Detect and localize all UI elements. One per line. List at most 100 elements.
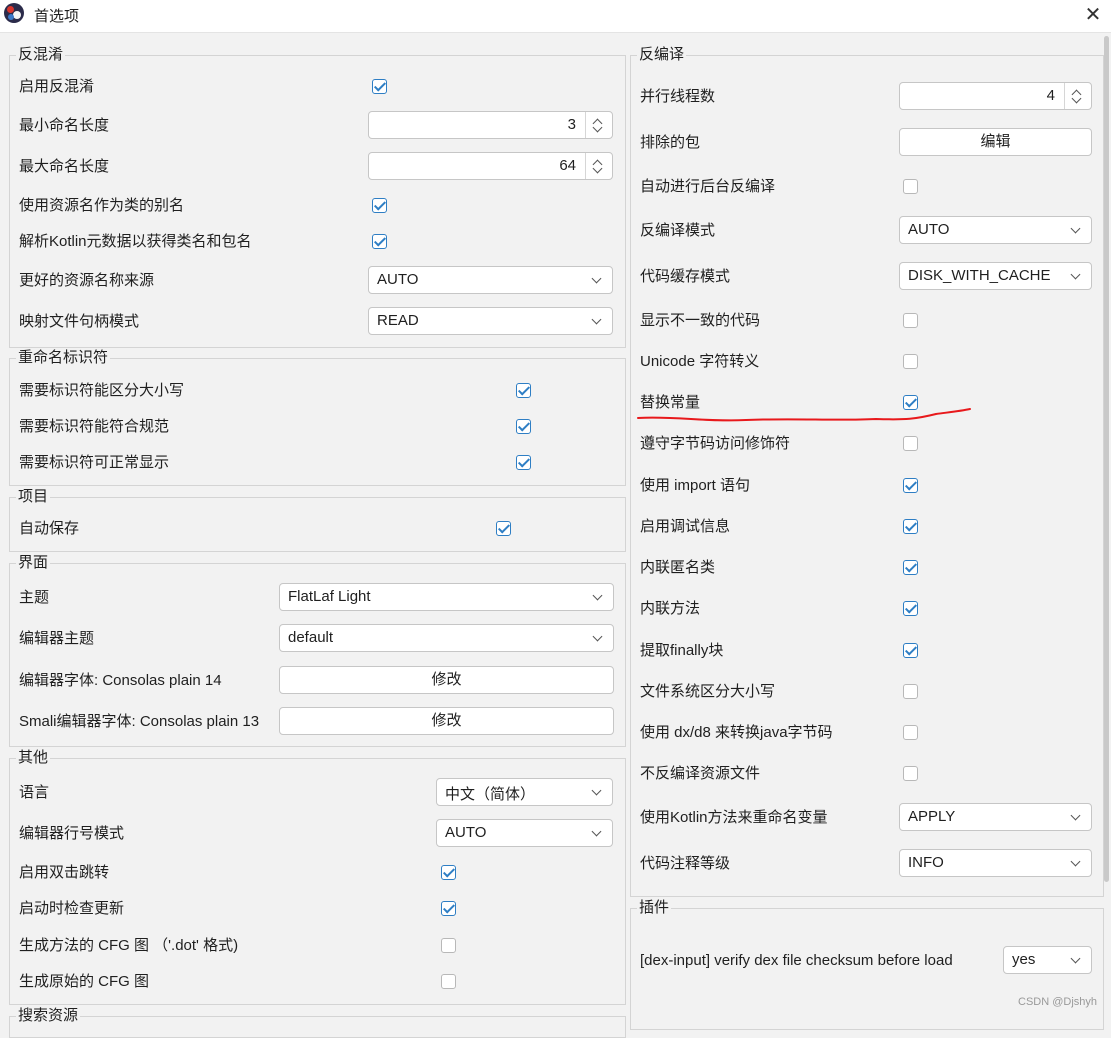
inline-methods-label: 内联方法 bbox=[640, 600, 701, 617]
min-name-length-spinner[interactable]: 3 bbox=[368, 111, 613, 139]
autosave-checkbox[interactable] bbox=[496, 521, 511, 536]
check-update-label: 启动时检查更新 bbox=[19, 900, 125, 917]
smali-font-label: Smali编辑器字体: Consolas plain 13 bbox=[19, 713, 260, 730]
fs-case-sensitive-label: 文件系统区分大小写 bbox=[640, 683, 776, 700]
rename-title: 重命名标识符 bbox=[16, 349, 111, 367]
kotlin-rename-label: 使用Kotlin方法来重命名变量 bbox=[640, 809, 828, 826]
chevron-down-icon bbox=[591, 273, 602, 284]
inline-anon-checkbox[interactable] bbox=[903, 560, 918, 575]
use-dx-checkbox[interactable] bbox=[903, 725, 918, 740]
better-res-name-select[interactable]: AUTO bbox=[368, 266, 613, 294]
smali-font-modify-button[interactable]: 修改 bbox=[279, 707, 614, 735]
printable-identifier-checkbox[interactable] bbox=[516, 455, 531, 470]
editor-font-modify-button[interactable]: 修改 bbox=[279, 666, 614, 694]
auto-bg-decompile-checkbox[interactable] bbox=[903, 179, 918, 194]
project-group: 项目 bbox=[9, 488, 626, 552]
project-title: 项目 bbox=[16, 488, 51, 506]
double-click-jump-checkbox[interactable] bbox=[441, 865, 456, 880]
chevron-down-icon bbox=[1070, 810, 1081, 821]
window-title: 首选项 bbox=[34, 8, 80, 25]
kotlin-metadata-checkbox[interactable] bbox=[372, 234, 387, 249]
inline-anon-label: 内联匿名类 bbox=[640, 559, 716, 576]
code-cache-mode-select[interactable]: DISK_WITH_CACHE bbox=[899, 262, 1092, 290]
comment-level-select[interactable]: INFO bbox=[899, 849, 1092, 877]
chevron-down-icon bbox=[591, 785, 602, 796]
chevron-down-icon bbox=[592, 631, 603, 642]
kotlin-rename-select[interactable]: APPLY bbox=[899, 803, 1092, 831]
use-dx-label: 使用 dx/d8 来转换java字节码 bbox=[640, 724, 833, 741]
spinner-arrows-icon[interactable] bbox=[585, 153, 612, 179]
use-source-name-checkbox[interactable] bbox=[372, 198, 387, 213]
min-name-length-value: 3 bbox=[567, 116, 576, 133]
check-update-checkbox[interactable] bbox=[441, 901, 456, 916]
code-cache-mode-label: 代码缓存模式 bbox=[640, 268, 731, 285]
chevron-down-icon bbox=[1070, 269, 1081, 280]
printable-identifier-label: 需要标识符可正常显示 bbox=[19, 454, 170, 471]
search-title: 搜索资源 bbox=[16, 1007, 81, 1025]
max-name-length-spinner[interactable]: 64 bbox=[368, 152, 613, 180]
max-name-length-value: 64 bbox=[559, 157, 576, 174]
deobfuscation-title: 反混淆 bbox=[16, 46, 66, 64]
spinner-arrows-icon[interactable] bbox=[1064, 83, 1091, 109]
debug-info-label: 启用调试信息 bbox=[640, 518, 731, 535]
threads-label: 并行线程数 bbox=[640, 88, 716, 105]
dex-checksum-label: [dex-input] verify dex file checksum bef… bbox=[640, 952, 953, 969]
search-group: 搜索资源 bbox=[9, 1007, 626, 1038]
editor-theme-value: default bbox=[288, 629, 334, 646]
cfg-raw-label: 生成原始的 CFG 图 bbox=[19, 973, 149, 990]
cfg-raw-checkbox[interactable] bbox=[441, 974, 456, 989]
valid-identifier-checkbox[interactable] bbox=[516, 419, 531, 434]
auto-bg-decompile-label: 自动进行后台反编译 bbox=[640, 178, 776, 195]
cfg-dot-checkbox[interactable] bbox=[441, 938, 456, 953]
map-file-mode-select[interactable]: READ bbox=[368, 307, 613, 335]
valid-identifier-label: 需要标识符能符合规范 bbox=[19, 418, 170, 435]
line-number-mode-select[interactable]: AUTO bbox=[436, 819, 613, 847]
threads-spinner[interactable]: 4 bbox=[899, 82, 1092, 110]
max-name-length-label: 最大命名长度 bbox=[19, 158, 110, 175]
skip-resources-label: 不反编译资源文件 bbox=[640, 765, 761, 782]
show-inconsistent-checkbox[interactable] bbox=[903, 313, 918, 328]
cfg-dot-label: 生成方法的 CFG 图 （'.dot' 格式) bbox=[19, 937, 239, 954]
skip-resources-checkbox[interactable] bbox=[903, 766, 918, 781]
vertical-scrollbar[interactable] bbox=[1104, 36, 1109, 882]
plugins-title: 插件 bbox=[637, 899, 672, 917]
threads-value: 4 bbox=[1046, 87, 1055, 104]
enable-deobf-label: 启用反混淆 bbox=[19, 78, 95, 95]
map-file-mode-value: READ bbox=[377, 312, 419, 329]
case-sensitive-checkbox[interactable] bbox=[516, 383, 531, 398]
theme-value: FlatLaf Light bbox=[288, 588, 371, 605]
inline-methods-checkbox[interactable] bbox=[903, 601, 918, 616]
spinner-arrows-icon[interactable] bbox=[585, 112, 612, 138]
extract-finally-checkbox[interactable] bbox=[903, 643, 918, 658]
fs-case-sensitive-checkbox[interactable] bbox=[903, 684, 918, 699]
dex-checksum-value: yes bbox=[1012, 951, 1036, 968]
comment-level-label: 代码注释等级 bbox=[640, 855, 731, 872]
respect-access-checkbox[interactable] bbox=[903, 436, 918, 451]
chevron-down-icon bbox=[592, 590, 603, 601]
extract-finally-label: 提取finally块 bbox=[640, 642, 724, 659]
kotlin-metadata-label: 解析Kotlin元数据以获得类名和包名 bbox=[19, 233, 252, 250]
chevron-down-icon bbox=[1070, 953, 1081, 964]
decompile-mode-select[interactable]: AUTO bbox=[899, 216, 1092, 244]
ui-title: 界面 bbox=[16, 554, 51, 572]
language-label: 语言 bbox=[19, 784, 50, 801]
enable-deobf-checkbox[interactable] bbox=[372, 79, 387, 94]
theme-select[interactable]: FlatLaf Light bbox=[279, 583, 614, 611]
show-inconsistent-label: 显示不一致的代码 bbox=[640, 312, 761, 329]
autosave-label: 自动保存 bbox=[19, 520, 80, 537]
excluded-packages-label: 排除的包 bbox=[640, 134, 701, 151]
code-cache-mode-value: DISK_WITH_CACHE bbox=[908, 267, 1051, 284]
dex-checksum-select[interactable]: yes bbox=[1003, 946, 1092, 974]
better-res-name-value: AUTO bbox=[377, 271, 419, 288]
unicode-escape-checkbox[interactable] bbox=[903, 354, 918, 369]
other-title: 其他 bbox=[16, 749, 51, 767]
app-logo-icon bbox=[4, 3, 24, 23]
close-icon[interactable]: ✕ bbox=[1078, 0, 1108, 30]
language-select[interactable]: 中文（简体） bbox=[436, 778, 613, 806]
chevron-down-icon bbox=[591, 314, 602, 325]
use-imports-checkbox[interactable] bbox=[903, 478, 918, 493]
editor-theme-select[interactable]: default bbox=[279, 624, 614, 652]
debug-info-checkbox[interactable] bbox=[903, 519, 918, 534]
title-bar: 首选项 ✕ bbox=[0, 0, 1111, 33]
excluded-packages-edit-button[interactable]: 编辑 bbox=[899, 128, 1092, 156]
